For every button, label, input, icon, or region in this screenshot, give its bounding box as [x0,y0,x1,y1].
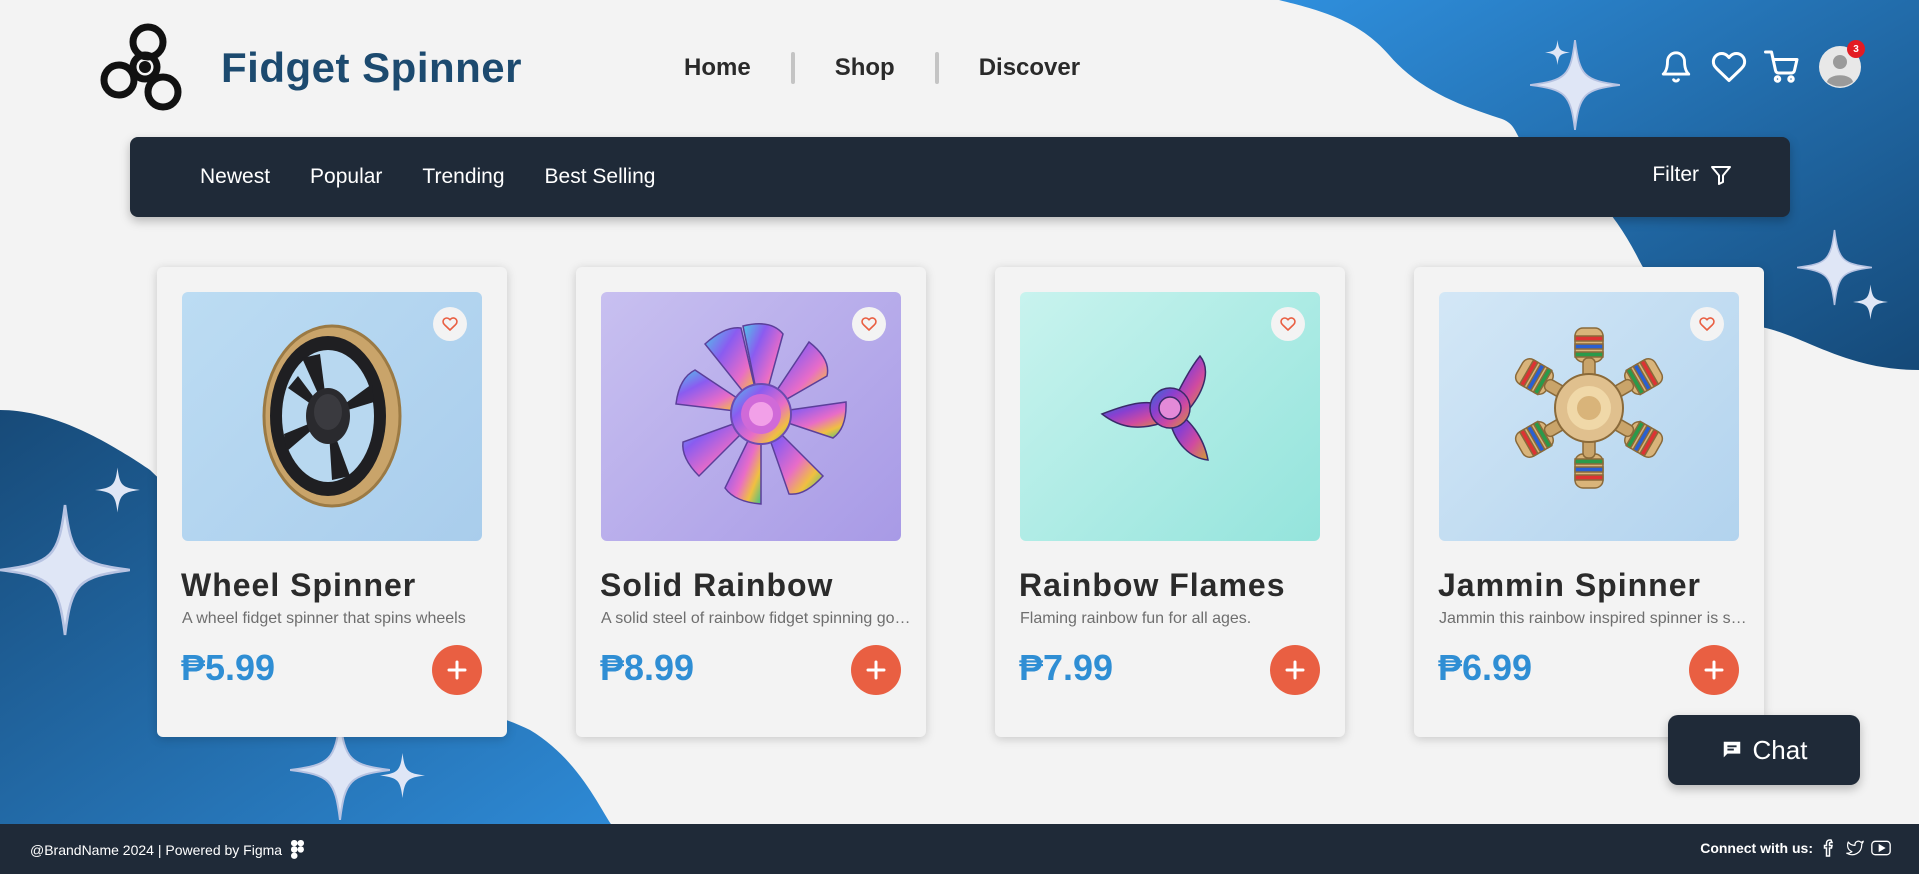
product-card[interactable]: Solid Rainbow A solid steel of rainbow f… [576,267,926,737]
product-card[interactable]: Wheel Spinner A wheel fidget spinner tha… [157,267,507,737]
plus-icon [866,660,886,680]
notification-badge: 3 [1847,40,1865,58]
plus-icon [1285,660,1305,680]
nav-separator [934,52,939,84]
sparkle-icon [1853,284,1888,320]
favorite-button[interactable] [433,307,467,341]
heart-icon [442,317,458,331]
filter-icon [1711,166,1731,185]
plus-icon [1704,660,1724,680]
nav-home[interactable]: Home [684,54,751,82]
footer: @BrandName 2024 | Powered by Figma Conne… [0,824,1919,874]
chat-button[interactable]: Chat [1668,715,1860,785]
product-price: ₱5.99 [181,647,276,688]
fidget-spinner-logo[interactable] [100,22,184,112]
product-image[interactable] [601,292,901,541]
sparkle-icon [0,504,130,636]
product-description: A solid steel of rainbow fidget spinning… [601,610,911,627]
heart-icon [1699,317,1715,331]
product-description: A wheel fidget spinner that spins wheels [182,610,466,627]
product-name[interactable]: Wheel Spinner [181,567,416,604]
favorite-button[interactable] [1271,307,1305,341]
tab-newest[interactable]: Newest [200,165,270,189]
heart-icon[interactable] [1711,49,1747,85]
connect-label: Connect with us: [1700,840,1813,856]
nav-discover[interactable]: Discover [979,54,1080,82]
avatar[interactable]: 3 [1819,40,1865,88]
main-nav: Home Shop Discover [684,52,1080,84]
product-image[interactable] [1439,292,1739,541]
product-price: ₱6.99 [1438,647,1533,688]
social-links: Connect with us: [1700,838,1891,858]
product-name[interactable]: Solid Rainbow [600,567,833,604]
cart-icon[interactable] [1764,49,1800,85]
twitter-icon[interactable] [1845,838,1865,858]
facebook-icon[interactable] [1819,838,1839,858]
sparkle-icon [380,753,425,798]
youtube-icon[interactable] [1871,838,1891,858]
figma-icon[interactable] [291,840,305,859]
category-tabs: Newest Popular Trending Best Selling [200,165,655,189]
brand-name[interactable]: Fidget Spinner [221,44,522,92]
nav-shop[interactable]: Shop [835,54,895,82]
add-to-cart-button[interactable] [1689,645,1739,695]
add-to-cart-button[interactable] [432,645,482,695]
header: Fidget Spinner Home Shop Discover 3 [0,0,1919,135]
nav-separator [790,52,795,84]
product-name[interactable]: Jammin Spinner [1438,567,1701,604]
product-description: Flaming rainbow fun for all ages. [1020,610,1252,627]
filter-button[interactable]: Filter [1652,163,1733,187]
product-card[interactable]: Jammin Spinner Jammin this rainbow inspi… [1414,267,1764,737]
footer-credits: @BrandName 2024 | Powered by Figma [30,840,305,859]
product-image[interactable] [182,292,482,541]
bell-icon[interactable] [1658,49,1694,85]
product-image[interactable] [1020,292,1320,541]
product-price: ₱8.99 [600,647,695,688]
chat-bubble-icon [1723,741,1740,758]
product-card[interactable]: Rainbow Flames Flaming rainbow fun for a… [995,267,1345,737]
tab-best-selling[interactable]: Best Selling [545,165,656,189]
favorite-button[interactable] [852,307,886,341]
add-to-cart-button[interactable] [851,645,901,695]
tab-trending[interactable]: Trending [422,165,504,189]
chat-label: Chat [1752,734,1808,765]
product-price: ₱7.99 [1019,647,1114,688]
plus-icon [447,660,467,680]
sparkle-icon [95,467,140,513]
heart-icon [1280,317,1296,331]
add-to-cart-button[interactable] [1270,645,1320,695]
favorite-button[interactable] [1690,307,1724,341]
category-bar: Newest Popular Trending Best Selling Fil… [130,137,1790,217]
product-name[interactable]: Rainbow Flames [1019,567,1286,604]
product-description: Jammin this rainbow inspired spinner is … [1439,610,1749,627]
heart-icon [861,317,877,331]
filter-label: Filter [1652,163,1699,186]
copyright-text: @BrandName 2024 | Powered by Figma [30,841,283,858]
product-grid: Wheel Spinner A wheel fidget spinner tha… [157,267,1764,737]
header-actions: 3 [1658,40,1865,88]
tab-popular[interactable]: Popular [310,165,382,189]
